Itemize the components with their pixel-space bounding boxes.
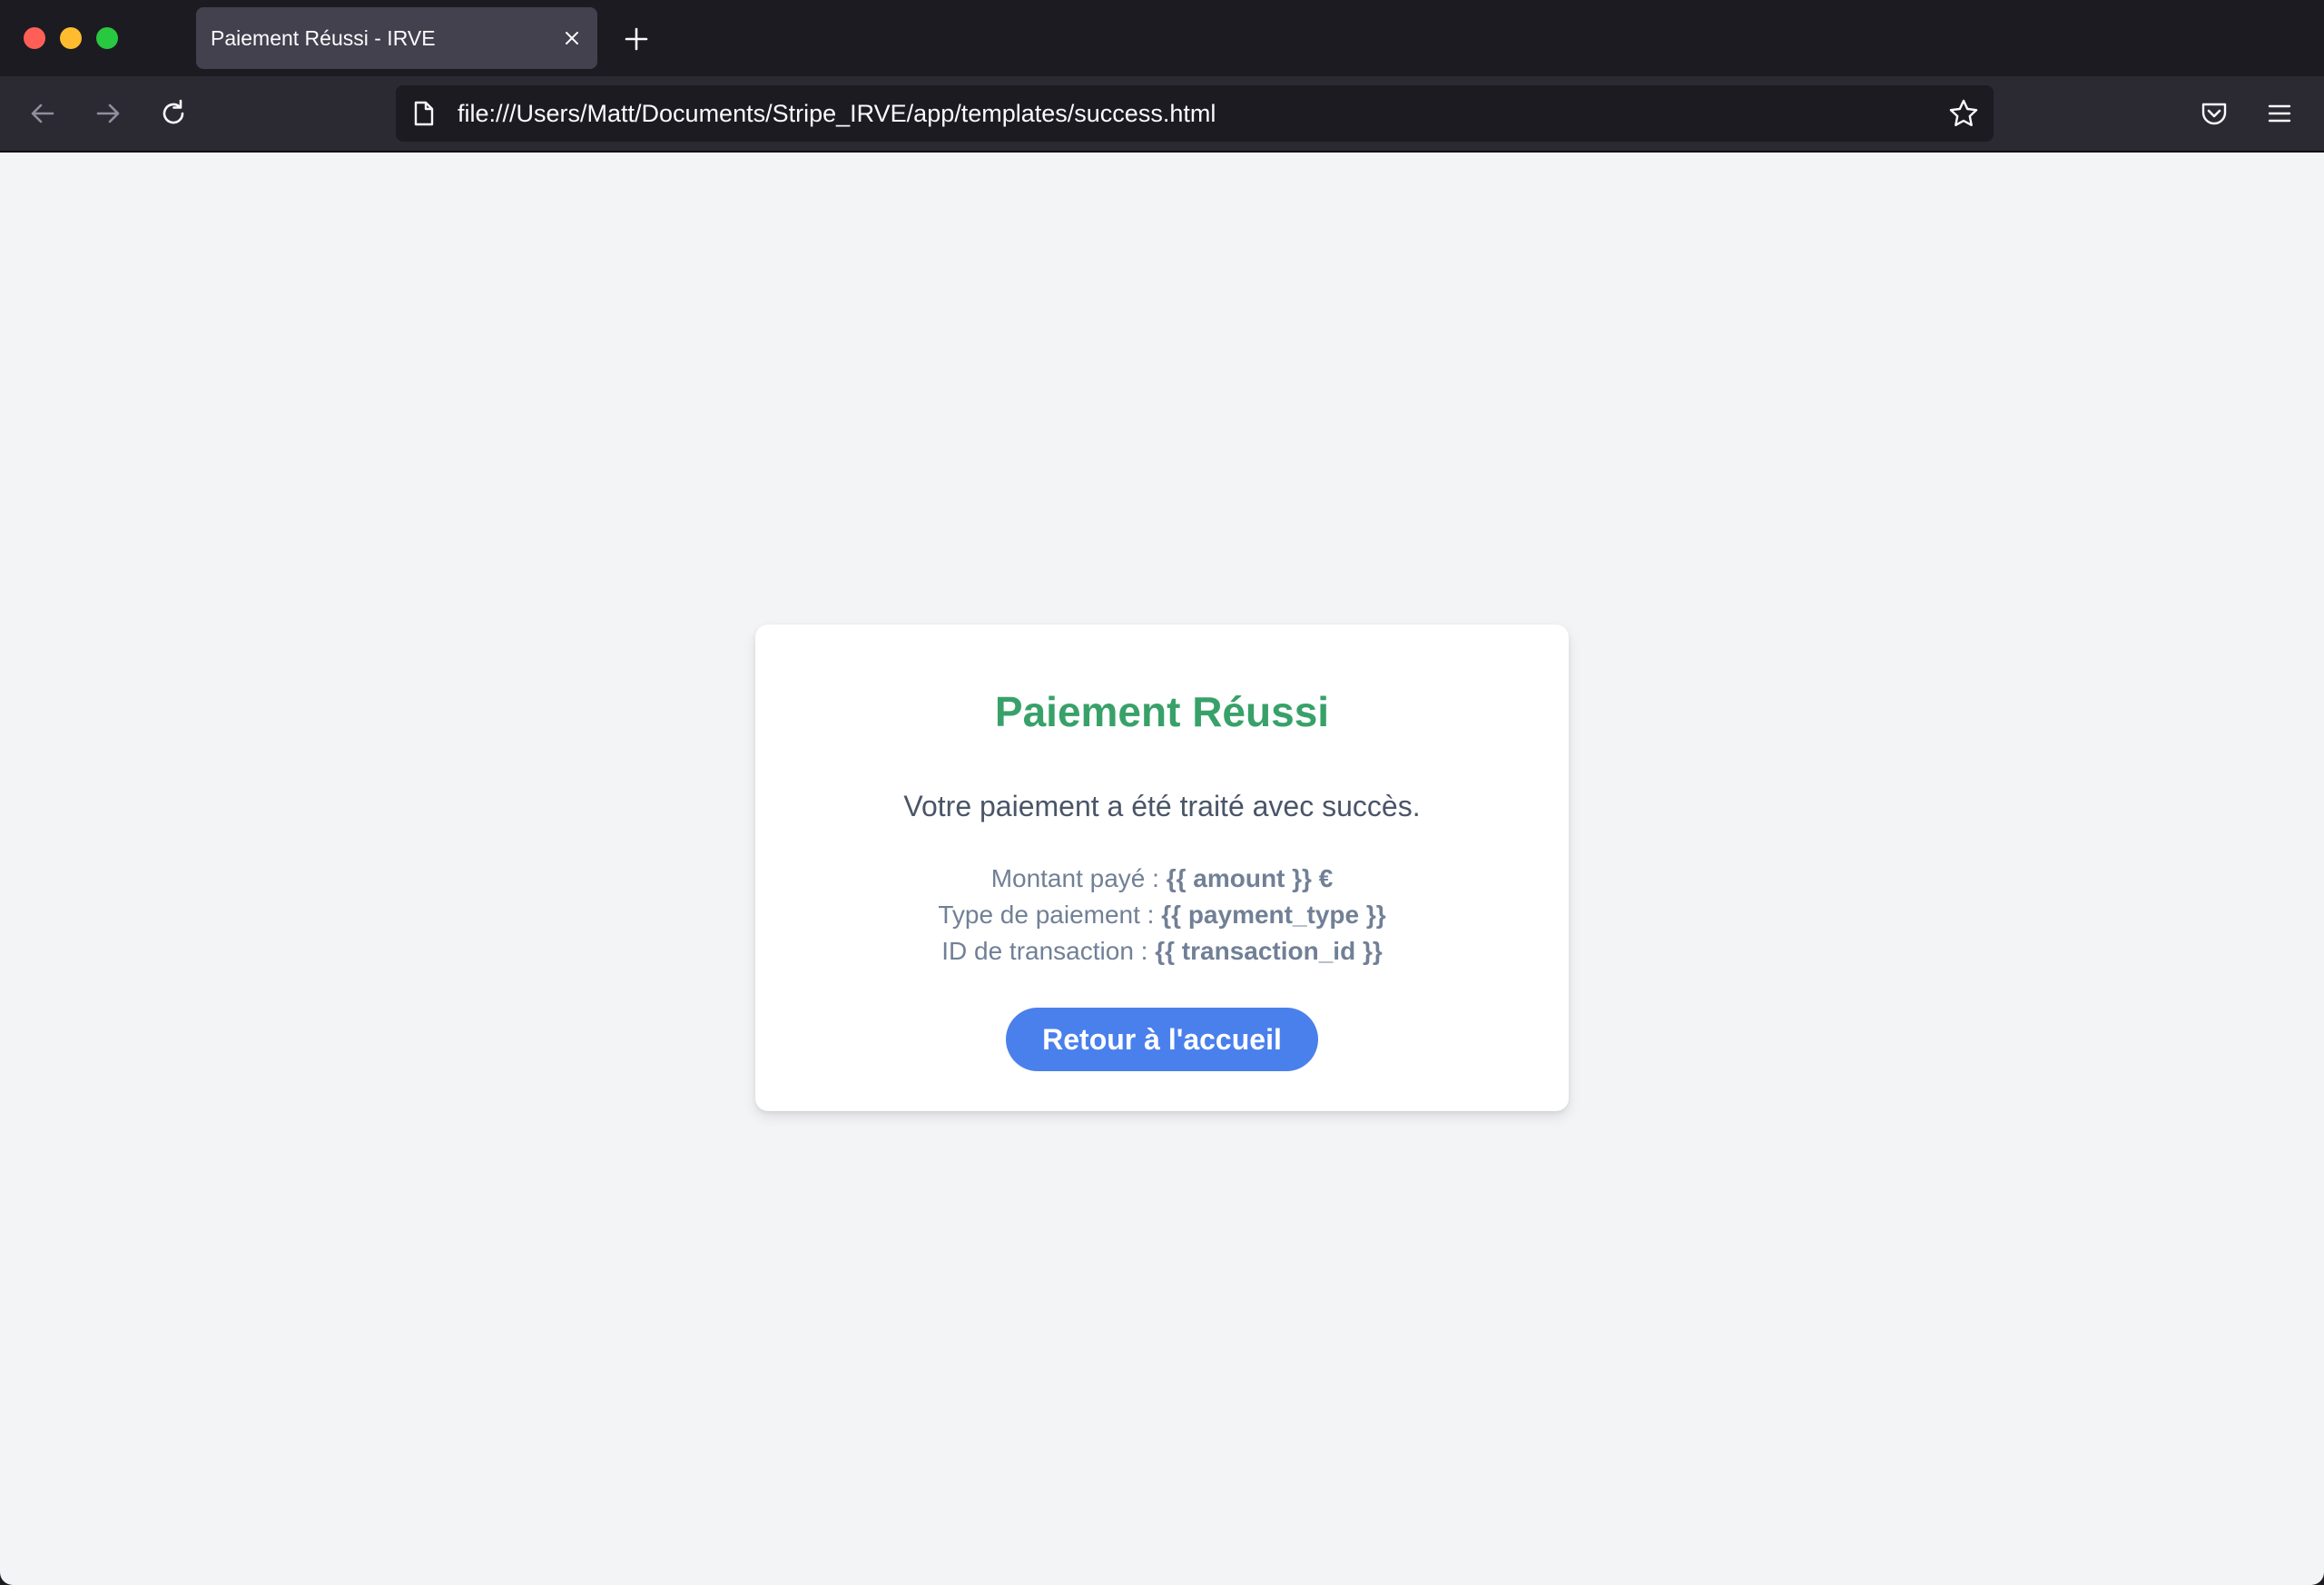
transaction-id-label: ID de transaction : [941, 937, 1148, 965]
url-bar[interactable]: file:///Users/Matt/Documents/Stripe_IRVE… [396, 85, 1994, 142]
amount-value: {{ amount }} € [1166, 864, 1334, 892]
reload-icon[interactable] [158, 98, 189, 129]
page-icon [412, 101, 436, 126]
close-window-button[interactable] [24, 27, 45, 49]
payment-type-row: Type de paiement : {{ payment_type }} [755, 897, 1569, 933]
transaction-id-value: {{ transaction_id }} [1155, 937, 1383, 965]
success-card: Paiement Réussi Votre paiement a été tra… [755, 625, 1569, 1111]
browser-window: Paiement Réussi - IRVE file:///Users/Mat… [0, 0, 2324, 1585]
arrow-right-icon[interactable] [93, 98, 123, 129]
tab-bar: Paiement Réussi - IRVE [0, 0, 2324, 76]
star-icon[interactable] [1948, 98, 1979, 129]
payment-type-value: {{ payment_type }} [1161, 901, 1386, 929]
transaction-id-row: ID de transaction : {{ transaction_id }} [755, 933, 1569, 970]
url-text[interactable]: file:///Users/Matt/Documents/Stripe_IRVE… [458, 85, 1216, 142]
tab-title: Paiement Réussi - IRVE [211, 26, 436, 50]
payment-details: Montant payé : {{ amount }} € Type de pa… [755, 861, 1569, 970]
close-icon[interactable] [561, 27, 583, 49]
tab-active[interactable]: Paiement Réussi - IRVE [196, 7, 597, 69]
maximize-window-button[interactable] [96, 27, 118, 49]
hamburger-menu-icon[interactable] [2264, 98, 2295, 129]
page-title: Paiement Réussi [994, 688, 1330, 735]
minimize-window-button[interactable] [60, 27, 82, 49]
success-message: Votre paiement a été traité avec succès. [903, 790, 1421, 822]
navigation-bar: file:///Users/Matt/Documents/Stripe_IRVE… [0, 76, 2324, 153]
payment-type-label: Type de paiement : [938, 901, 1155, 929]
amount-row: Montant payé : {{ amount }} € [755, 861, 1569, 897]
plus-icon[interactable] [623, 25, 650, 53]
page-viewport: Paiement Réussi Votre paiement a été tra… [0, 153, 2324, 1585]
pocket-icon[interactable] [2199, 98, 2230, 129]
arrow-left-icon[interactable] [27, 98, 58, 129]
back-to-home-button[interactable]: Retour à l'accueil [1006, 1008, 1318, 1071]
amount-label: Montant payé : [990, 864, 1159, 892]
